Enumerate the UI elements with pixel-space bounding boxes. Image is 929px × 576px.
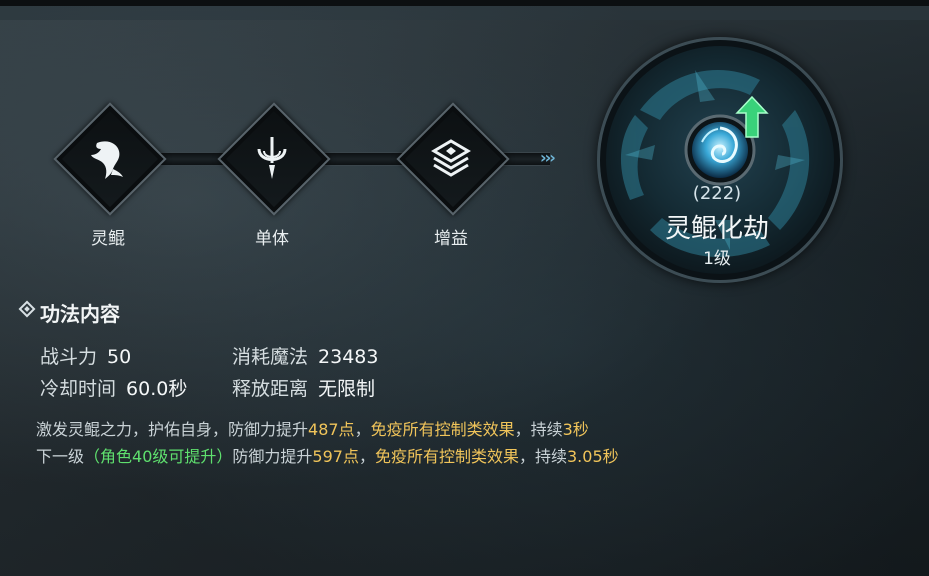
skill-description-current: 激发灵鲲之力，护佑自身，防御力提升487点，免疫所有控制类效果，持续3秒	[36, 416, 589, 440]
stat-power: 战斗力 50	[40, 342, 131, 369]
immune-text: 免疫所有控制类效果	[374, 447, 519, 466]
chain-arrows: ›››	[540, 148, 556, 167]
stat-value: 60.0秒	[126, 378, 188, 400]
node-label: 单体	[255, 229, 289, 249]
duration-value: 3秒	[562, 420, 589, 439]
desc-text: ，持续	[514, 420, 563, 439]
stat-label: 冷却时间	[40, 378, 117, 400]
upgrade-arrow-icon	[735, 95, 769, 138]
stat-label: 消耗魔法	[232, 346, 309, 368]
stat-value: 50	[107, 346, 132, 368]
desc-text: ，持续	[518, 447, 567, 466]
desc-text: ，	[358, 447, 375, 466]
stat-label: 释放距离	[232, 378, 309, 400]
whale-icon	[91, 141, 123, 179]
stat-value: 无限制	[318, 378, 376, 400]
skill-name: 灵鲲化劫	[664, 214, 769, 244]
skill-level: 1级	[703, 249, 731, 269]
top-strip	[0, 0, 929, 6]
stat-mana: 消耗魔法 23483	[232, 342, 378, 369]
immune-text: 免疫所有控制类效果	[370, 420, 515, 439]
defense-value: 597点	[312, 447, 359, 466]
desc-text: 防御力提升	[232, 447, 313, 466]
defense-value: 487点	[308, 420, 355, 439]
stat-range: 释放距离 无限制	[232, 374, 375, 401]
stat-cooldown: 冷却时间 60.0秒	[40, 374, 187, 401]
desc-text: ，	[354, 420, 371, 439]
stat-label: 战斗力	[40, 346, 98, 368]
skill-count: (222)	[692, 183, 742, 204]
section-title: 功法内容	[40, 302, 120, 326]
desc-text: 下一级	[36, 447, 85, 466]
buff-layers-icon	[431, 139, 471, 177]
stat-value: 23483	[318, 346, 379, 368]
level-requirement: （角色40级可提升）	[84, 447, 233, 466]
single-target-icon	[257, 137, 287, 179]
duration-value: 3.05秒	[567, 447, 619, 466]
desc-text: 激发灵鲲之力，护佑自身，防御力提升	[36, 420, 309, 439]
node-label: 增益	[434, 229, 468, 249]
skill-description-next: 下一级（角色40级可提升）防御力提升597点，免疫所有控制类效果，持续3.05秒	[36, 443, 619, 467]
node-label: 灵鲲	[91, 229, 125, 249]
